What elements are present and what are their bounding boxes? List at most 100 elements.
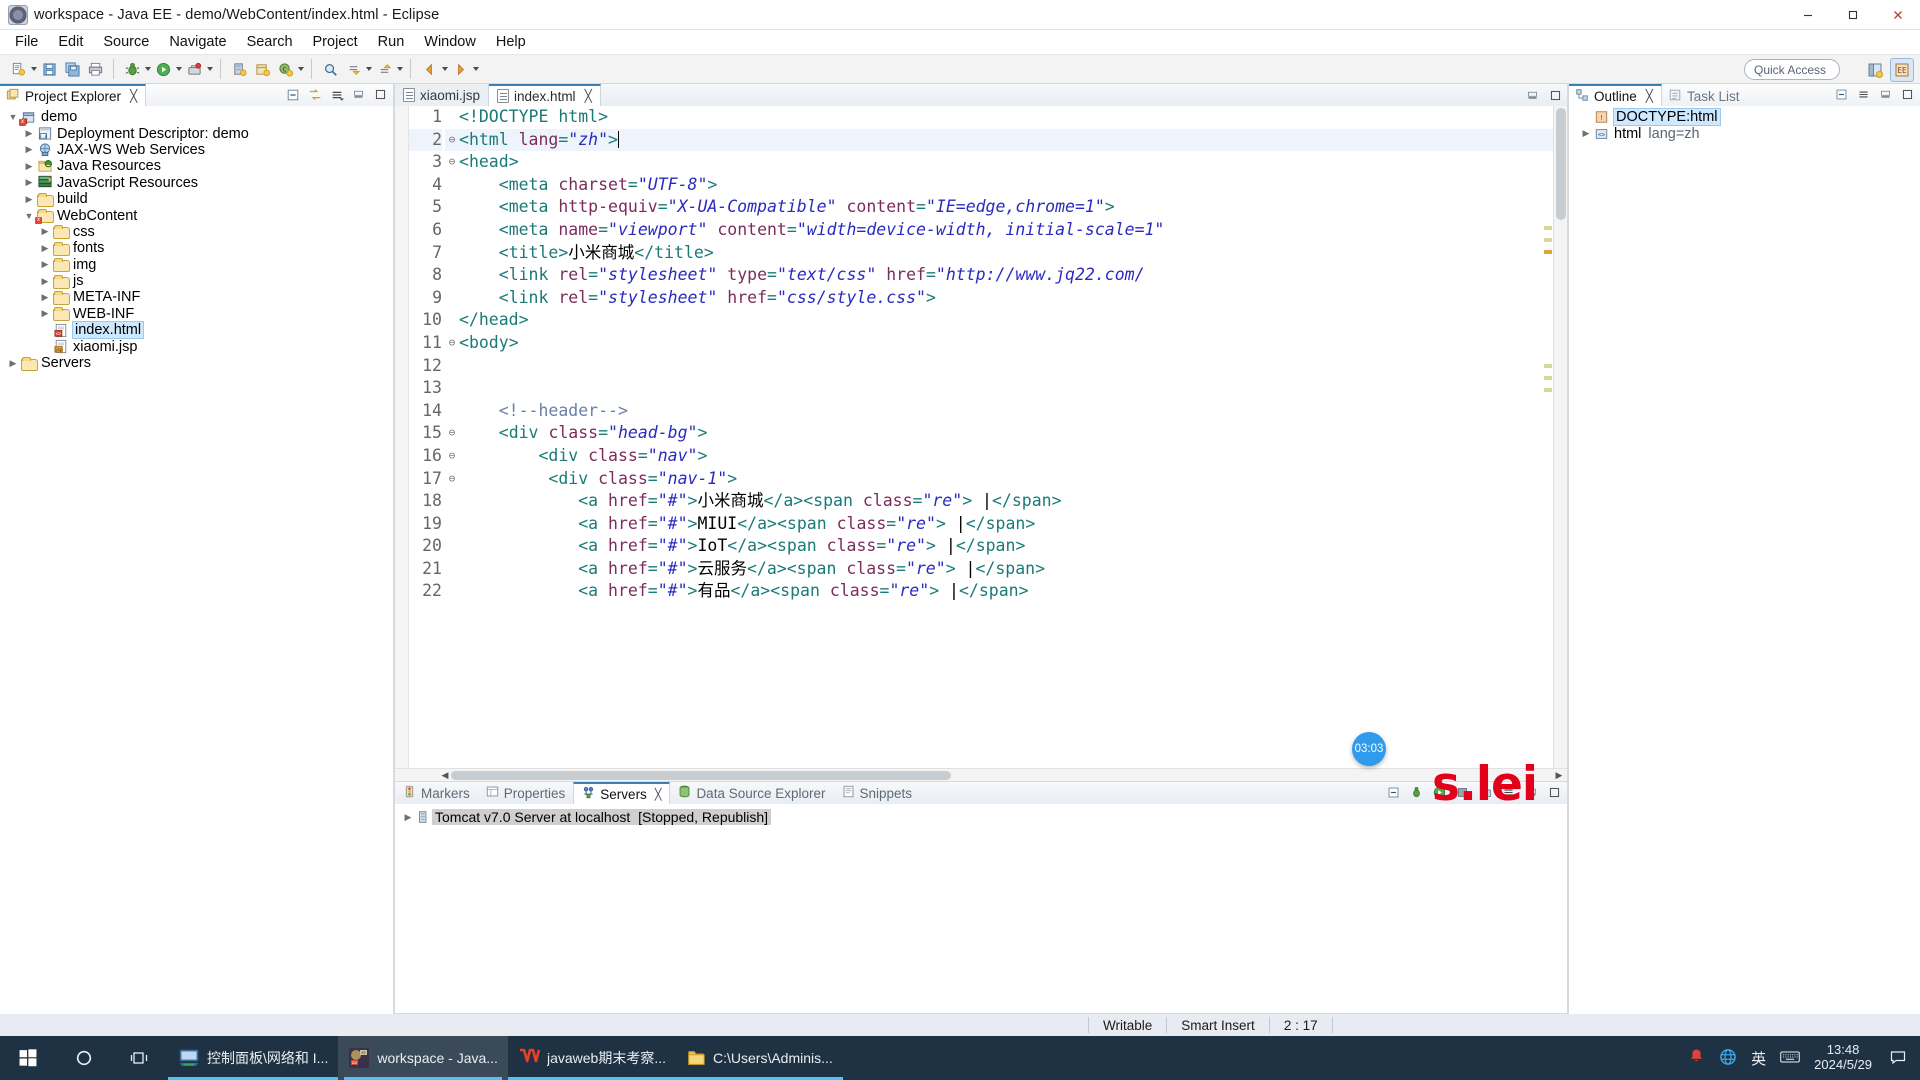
forward-icon[interactable] xyxy=(449,58,471,80)
editor-vertical-scrollbar[interactable] xyxy=(1544,106,1567,768)
debug-icon[interactable] xyxy=(121,58,143,80)
code-line[interactable]: <body> xyxy=(459,332,1567,355)
menu-item-navigate[interactable]: Navigate xyxy=(160,32,235,52)
minimize-editor-icon[interactable] xyxy=(1524,87,1541,104)
overview-marker-task[interactable] xyxy=(1544,250,1552,254)
tree-item-js[interactable]: ▶ js xyxy=(0,273,393,289)
overview-marker-warning-5[interactable] xyxy=(1544,388,1552,392)
tree-item-web-inf[interactable]: ▶ WEB-INF xyxy=(0,306,393,322)
tree-item-deployment-descriptor-demo[interactable]: ▶ 3.0 Deployment Descriptor: demo xyxy=(0,125,393,142)
close-icon[interactable]: ╳ xyxy=(585,89,592,103)
code-line[interactable]: <!DOCTYPE html> xyxy=(459,106,1567,129)
code-line[interactable]: <a href="#">IoT</a><span class="re"> |</… xyxy=(459,535,1567,558)
menu-item-source[interactable]: Source xyxy=(94,32,158,52)
expand-arrow-icon[interactable]: ▶ xyxy=(6,358,20,369)
code-line[interactable]: <a href="#">云服务</a><span class="re"> |</… xyxy=(459,558,1567,581)
ime-indicator[interactable]: 英 xyxy=(1751,1048,1766,1069)
expand-arrow-icon[interactable]: ▶ xyxy=(22,194,36,205)
bottom-tab-servers[interactable]: Servers ╳ xyxy=(573,782,671,804)
collapse-all-icon[interactable] xyxy=(1385,784,1402,801)
code-line[interactable]: <div class="head-bg"> xyxy=(459,422,1567,445)
close-button[interactable] xyxy=(1875,0,1920,30)
code-line[interactable]: <a href="#">小米商城</a><span class="re"> |<… xyxy=(459,490,1567,513)
taskbar-clock[interactable]: 13:48 2024/5/29 xyxy=(1814,1043,1876,1072)
expand-arrow-icon[interactable]: ▶ xyxy=(22,161,36,172)
code-line[interactable] xyxy=(459,355,1567,378)
menu-item-window[interactable]: Window xyxy=(415,32,485,52)
menu-item-search[interactable]: Search xyxy=(238,32,302,52)
open-perspective-icon[interactable] xyxy=(1863,58,1887,82)
bottom-tab-markers[interactable]: Markers xyxy=(395,782,478,804)
quick-access[interactable]: Quick Access xyxy=(1744,59,1840,80)
new-java-project-icon[interactable] xyxy=(251,58,273,80)
expand-arrow-icon[interactable]: ▶ xyxy=(38,276,52,287)
code-line[interactable]: <meta http-equiv="X-UA-Compatible" conte… xyxy=(459,196,1567,219)
servers-list[interactable]: ▶ Tomcat v7.0 Server at localhost [Stopp… xyxy=(395,804,1567,1013)
code-line[interactable]: </head> xyxy=(459,309,1567,332)
maximize-button[interactable] xyxy=(1830,0,1875,30)
fold-toggle-icon[interactable]: ⊖ xyxy=(445,422,459,445)
tree-item-xiaomi-jsp[interactable]: jsp xiaomi.jsp xyxy=(0,338,393,355)
new-icon[interactable] xyxy=(7,58,29,80)
tree-item-javascript-resources[interactable]: ▶ JavaScript Resources xyxy=(0,175,393,191)
tree-item-demo[interactable]: ▼xxdemo xyxy=(0,109,393,126)
expand-arrow-icon[interactable]: ▶ xyxy=(38,226,52,237)
collapse-arrow-icon[interactable]: ▼ xyxy=(22,211,36,221)
folding-gutter[interactable]: ⊖ ⊖ ⊖ ⊖ ⊖ ⊖ xyxy=(445,106,459,768)
view-menu-icon[interactable] xyxy=(328,86,345,103)
quick-access-input[interactable]: Quick Access xyxy=(1744,59,1840,80)
expand-arrow-icon[interactable]: ▶ xyxy=(38,243,52,254)
editor-hscroll-thumb[interactable] xyxy=(451,771,951,780)
new-dropdown-caret[interactable] xyxy=(31,67,37,71)
print-icon[interactable] xyxy=(84,58,106,80)
debug-dropdown-caret[interactable] xyxy=(145,67,151,71)
debug-server-icon[interactable] xyxy=(1408,784,1425,801)
tree-item-webcontent[interactable]: ▼ x WebContent xyxy=(0,207,393,225)
minimize-button[interactable] xyxy=(1785,0,1830,30)
bottom-tab-data-source-explorer[interactable]: Data Source Explorer xyxy=(670,782,833,804)
expand-arrow-icon[interactable]: ▶ xyxy=(38,292,52,303)
tree-item-servers[interactable]: ▶ Servers xyxy=(0,355,393,371)
code-line[interactable]: <div class="nav-1"> xyxy=(459,468,1567,491)
server-row[interactable]: ▶ Tomcat v7.0 Server at localhost [Stopp… xyxy=(395,808,1567,826)
notification-red-icon[interactable] xyxy=(1688,1048,1705,1068)
minimize-view-icon[interactable] xyxy=(1877,86,1894,103)
collapse-all-icon[interactable] xyxy=(1833,86,1850,103)
collapse-arrow-icon[interactable]: ▼ xyxy=(6,112,20,122)
search-icon[interactable] xyxy=(319,58,341,80)
code-line[interactable]: <meta charset="UTF-8"> xyxy=(459,174,1567,197)
run-dropdown-caret[interactable] xyxy=(176,67,182,71)
taskbar-item-0[interactable]: 控制面板\网络和 I... xyxy=(168,1036,338,1080)
editor-tab-index-html[interactable]: index.html ╳ xyxy=(489,84,601,106)
minimize-view-icon[interactable] xyxy=(350,86,367,103)
cortana-search-icon[interactable] xyxy=(56,1036,112,1080)
tree-item-fonts[interactable]: ▶ fonts xyxy=(0,240,393,256)
code-line[interactable]: <a href="#">有品</a><span class="re"> |</s… xyxy=(459,580,1567,603)
maximize-editor-icon[interactable] xyxy=(1547,87,1564,104)
expand-arrow-icon[interactable]: ▶ xyxy=(38,308,52,319)
close-icon[interactable]: ╳ xyxy=(1646,89,1653,103)
outline-tree[interactable]: ! DOCTYPE:html ▶ <> html lang=zh xyxy=(1569,106,1920,1014)
maximize-view-icon[interactable] xyxy=(1899,86,1916,103)
code-line[interactable]: <meta name="viewport" content="width=dev… xyxy=(459,219,1567,242)
back-icon[interactable] xyxy=(418,58,440,80)
taskbar-item-2[interactable]: javaweb期末考察... xyxy=(508,1036,676,1080)
code-line[interactable]: <title>小米商城</title> xyxy=(459,242,1567,265)
action-center-icon[interactable] xyxy=(1890,1049,1906,1068)
code-editor[interactable]: 1 2 3 4 5 6 7 8 9 10 11 12 13 14 15 16 17 18 19 20 21 22 ⊖ ⊖ ⊖ ⊖… xyxy=(395,106,1567,768)
project-tree[interactable]: ▼xxdemo▶3.0Deployment Descriptor: demo ▶J… xyxy=(0,106,393,1014)
code-text[interactable]: <!DOCTYPE html> <html lang="zh"> <head> <m… xyxy=(459,106,1567,768)
new-class-caret[interactable] xyxy=(298,67,304,71)
forward-caret[interactable] xyxy=(473,67,479,71)
outline-item-html[interactable]: ▶ <> html lang=zh xyxy=(1569,125,1920,142)
collapse-all-icon[interactable] xyxy=(284,86,301,103)
taskbar-item-3[interactable]: C:\Users\Adminis... xyxy=(676,1036,843,1080)
overview-marker-warning[interactable] xyxy=(1544,226,1552,230)
fold-toggle-icon[interactable]: ⊖ xyxy=(445,128,459,152)
fold-toggle-icon[interactable]: ⊖ xyxy=(445,332,459,355)
tree-item-img[interactable]: ▶ img xyxy=(0,257,393,273)
scroll-left-icon[interactable]: ◀ xyxy=(439,770,451,781)
save-icon[interactable] xyxy=(38,58,60,80)
menu-item-file[interactable]: File xyxy=(6,32,47,52)
close-icon[interactable]: ╳ xyxy=(655,788,662,801)
